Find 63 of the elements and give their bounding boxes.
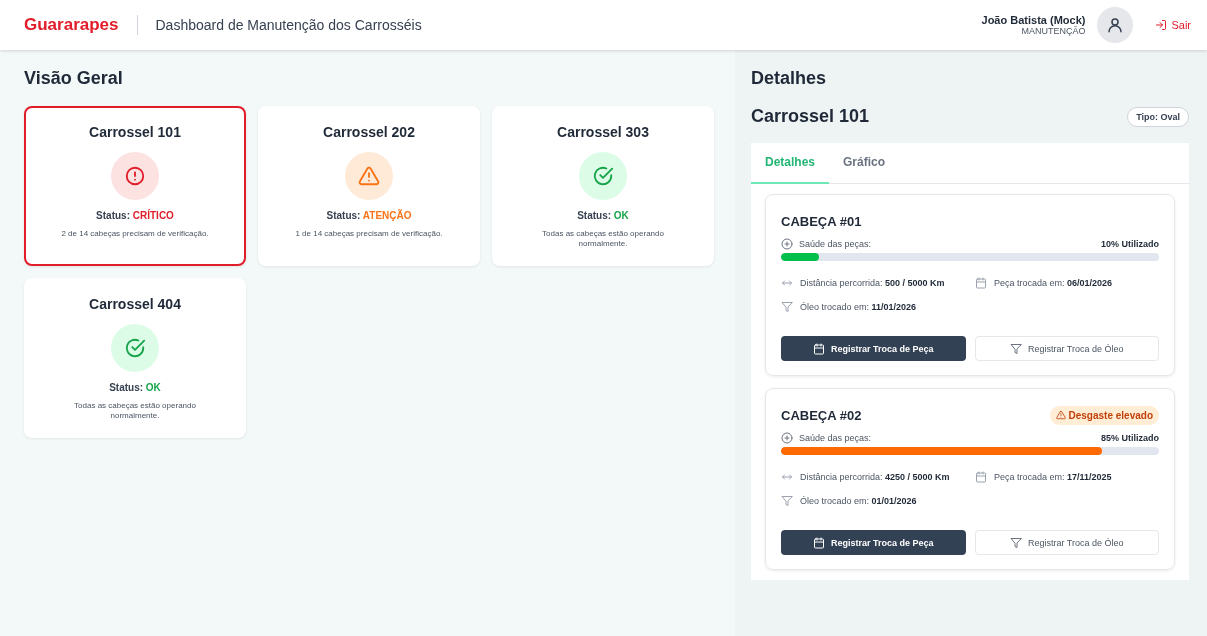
plus-circle-icon — [781, 432, 793, 444]
status-description: 2 de 14 cabeças precisam de verificação. — [61, 229, 209, 240]
calendar-icon — [975, 277, 987, 289]
distance-text: Distância percorrida: 4250 / 5000 Km — [800, 471, 950, 484]
status-description: 1 de 14 cabeças precisam de verificação. — [295, 229, 443, 240]
user-icon — [1106, 16, 1125, 34]
register-oil-button[interactable]: Registrar Troca de Óleo — [974, 530, 1159, 555]
check-circle-icon — [592, 165, 614, 187]
wear-badge: Desgaste elevado — [1049, 405, 1159, 425]
carousel-name: Carrossel 404 — [89, 296, 181, 312]
oil-change-text: Óleo trocado em: 11/01/2026 — [800, 300, 917, 314]
avatar[interactable] — [1097, 7, 1134, 43]
arrows-icon — [781, 471, 793, 483]
status-text: Status: OK — [577, 210, 629, 221]
logout-link[interactable]: Sair — [1155, 19, 1191, 31]
page-title: Dashboard de Manutenção dos Carrosséis — [155, 17, 423, 33]
tab[interactable]: Gráfico — [829, 143, 900, 184]
carousel-name: Carrossel 202 — [323, 124, 415, 140]
calendar-icon — [812, 536, 825, 549]
arrows-icon — [781, 277, 793, 289]
check-circle-icon — [124, 337, 146, 359]
carousel-card[interactable]: Carrossel 202 Status: ATENÇÃO 1 de 14 cabeças precisam de verificação. — [258, 106, 480, 266]
section-title: Visão Geral — [24, 68, 124, 89]
usage-value: 10% Utilizado — [1101, 239, 1159, 249]
calendar-icon — [812, 342, 825, 355]
carousel-name: Carrossel 101 — [89, 124, 181, 140]
brand-logo: Guararapes — [24, 15, 138, 35]
health-label: Saúde das peças: — [799, 433, 872, 443]
calendar-icon — [975, 471, 987, 483]
filter-icon — [1009, 536, 1022, 549]
warning-icon — [1055, 410, 1066, 420]
carousel-card[interactable]: Carrossel 303 Status: OK Todas as cabeças estão operando normalmente. — [492, 106, 714, 266]
plus-circle-icon — [781, 238, 793, 250]
user-name: João Batista (Mock) — [981, 14, 1086, 26]
part-change-text: Peça trocada em: 06/01/2026 — [994, 277, 1113, 290]
warning-triangle-icon — [358, 165, 380, 187]
register-part-button[interactable]: Registrar Troca de Peça — [781, 336, 966, 361]
status-text: Status: CRÍTICO — [96, 210, 174, 221]
carousel-name: Carrossel 303 — [557, 124, 649, 140]
register-part-button[interactable]: Registrar Troca de Peça — [781, 530, 966, 555]
filter-icon — [781, 300, 793, 313]
logout-icon — [1155, 19, 1168, 31]
oil-change-text: Óleo trocado em: 01/01/2026 — [800, 494, 917, 508]
status-description: Todas as cabeças estão operando normalmente. — [73, 401, 197, 422]
filter-icon — [781, 494, 793, 507]
head-name: CABEÇA #01 — [781, 213, 862, 229]
distance-text: Distância percorrida: 500 / 5000 Km — [800, 277, 945, 290]
part-change-text: Peça trocada em: 17/11/2025 — [994, 471, 1112, 484]
carousel-card[interactable]: Carrossel 101 Status: CRÍTICO 2 de 14 cabeças precisam de verificação. — [24, 106, 246, 266]
type-badge: Tipo: Oval — [1127, 106, 1189, 127]
filter-icon — [1009, 342, 1022, 355]
head-name: CABEÇA #02 — [781, 407, 862, 423]
carousel-card[interactable]: Carrossel 404 Status: OK Todas as cabeças estão operando normalmente. — [24, 278, 246, 438]
register-oil-button[interactable]: Registrar Troca de Óleo — [974, 336, 1159, 361]
status-description: Todas as cabeças estão operando normalmente. — [541, 229, 665, 250]
status-text: Status: ATENÇÃO — [326, 210, 412, 221]
alert-circle-icon — [124, 165, 146, 187]
user-role: MANUTENÇÃO — [1021, 26, 1086, 36]
status-text: Status: OK — [109, 382, 161, 393]
health-label: Saúde das peças: — [799, 239, 872, 249]
section-title: Detalhes — [751, 68, 828, 89]
usage-value: 85% Utilizado — [1101, 433, 1159, 443]
carousel-title: Carrossel 101 — [751, 106, 870, 127]
